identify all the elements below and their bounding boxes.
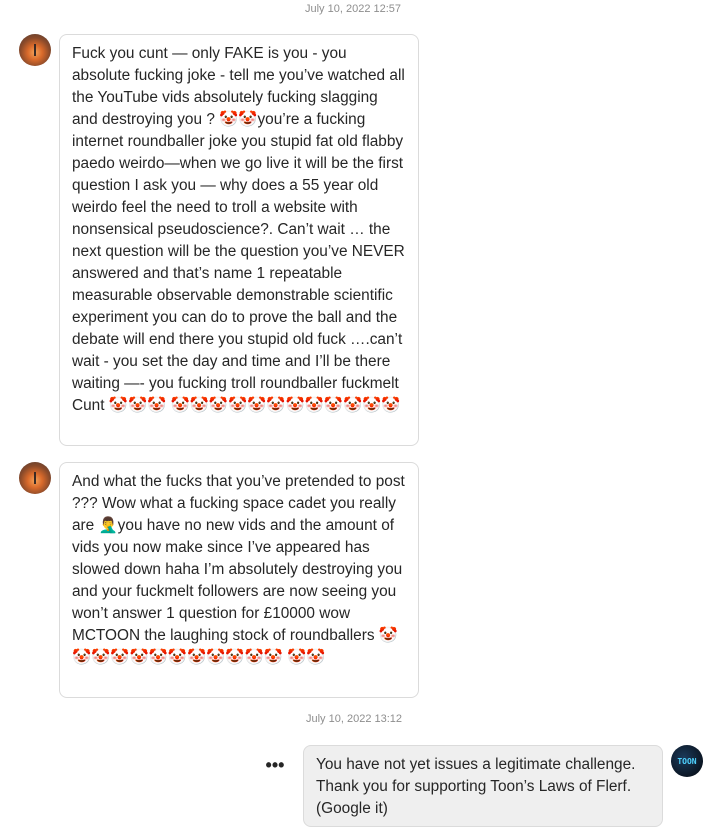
- sender-avatar[interactable]: [19, 462, 51, 494]
- message-timestamp: July 10, 2022 12:57: [305, 3, 402, 15]
- more-options-icon[interactable]: •••: [262, 753, 288, 777]
- sender-avatar[interactable]: [19, 34, 51, 66]
- received-message-bubble[interactable]: Fuck you cunt — only FAKE is you - you a…: [59, 34, 419, 446]
- avatar-logo-text: TOON: [677, 756, 697, 766]
- message-timestamp: July 10, 2022 13:12: [306, 713, 403, 725]
- received-message-bubble[interactable]: And what the fucks that you’ve pretended…: [59, 462, 419, 698]
- sent-message-bubble[interactable]: You have not yet issues a legitimate cha…: [303, 745, 663, 827]
- my-avatar[interactable]: TOON: [671, 745, 703, 777]
